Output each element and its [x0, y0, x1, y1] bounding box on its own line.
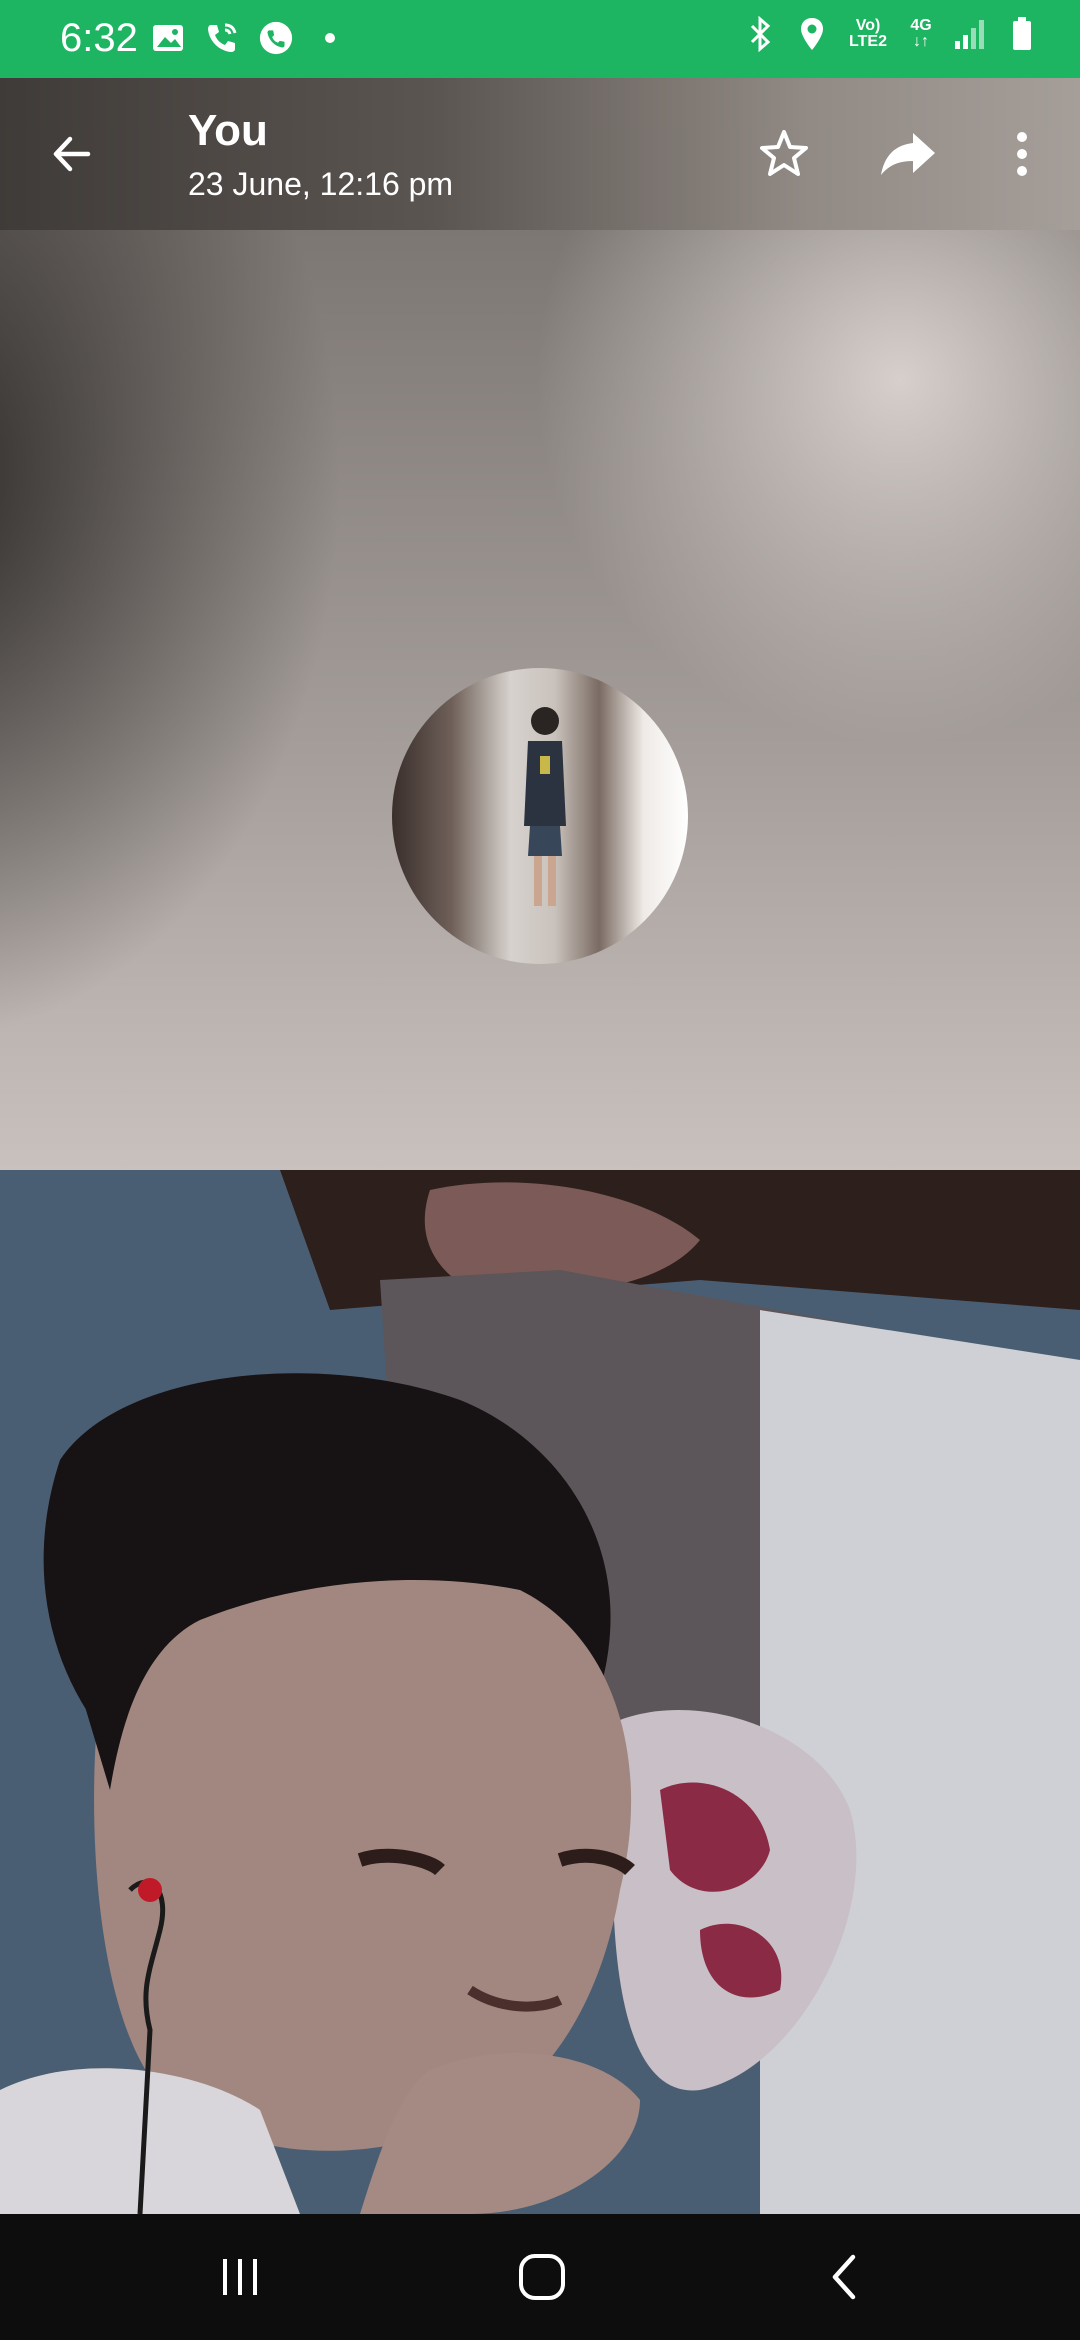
person-figure-icon: [524, 707, 566, 906]
sender-name: You: [188, 106, 268, 155]
star-icon[interactable]: [752, 122, 816, 186]
data-arrows-icon: ↓↑: [913, 33, 929, 50]
home-icon[interactable]: [497, 2242, 587, 2312]
signal-icon: [952, 14, 988, 54]
blurred-image-area: [0, 230, 1080, 1170]
gallery-icon: [150, 18, 186, 58]
selfie-illustration: [0, 1170, 1080, 2214]
lte-label: LTE2: [849, 33, 887, 50]
volte-indicator: Vo) LTE2: [846, 18, 890, 50]
back-icon[interactable]: [800, 2242, 890, 2312]
status-right-icons: Vo) LTE2 4G ↓↑: [742, 14, 1040, 54]
bluetooth-icon: [742, 14, 778, 54]
location-icon: [794, 14, 830, 54]
dot-icon: [312, 18, 348, 58]
status-bar: 6:32 Vo) LTE2 4G ↓↑: [0, 0, 1080, 78]
network-type-indicator: 4G ↓↑: [906, 18, 936, 50]
network-type-label: 4G: [910, 17, 932, 34]
wifi-call-icon: [204, 18, 240, 58]
status-time: 6:32: [60, 16, 138, 60]
back-arrow-icon[interactable]: [40, 122, 104, 186]
forward-icon[interactable]: [876, 122, 940, 186]
status-left-icons: [150, 18, 348, 58]
volte-label: Vo): [855, 17, 881, 34]
whatsapp-icon: [258, 18, 294, 58]
battery-icon: [1004, 14, 1040, 54]
message-timestamp: 23 June, 12:16 pm: [188, 166, 454, 202]
selfie-photo: [0, 1170, 1080, 2214]
circular-photo: [392, 668, 688, 964]
recent-apps-icon[interactable]: [195, 2242, 285, 2312]
navigation-bar: [0, 2214, 1080, 2340]
app-bar: You 23 June, 12:16 pm: [0, 78, 1080, 230]
more-vert-icon[interactable]: [990, 122, 1054, 186]
